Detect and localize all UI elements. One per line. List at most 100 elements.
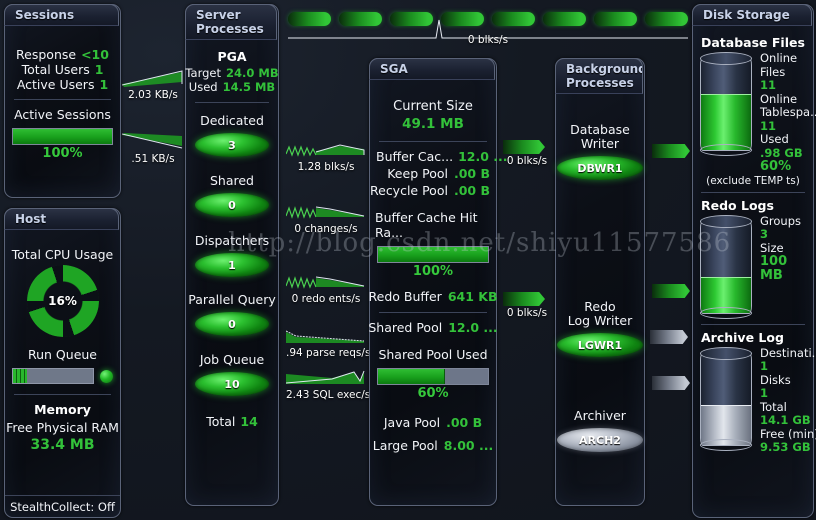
disk-row-label: Free (min) <box>760 426 816 441</box>
sga-row-value: 12.0 ... <box>458 149 508 164</box>
server-led-label: Job Queue <box>199 352 265 367</box>
sessions-row-value: 1 <box>94 62 104 77</box>
bg-process-label: Redo Log Writer <box>556 300 644 328</box>
flow-sga-to-bg-1-label: 0 blks/s <box>506 155 548 167</box>
sessions-row-value: 1 <box>99 77 109 92</box>
disk-section-archive-log: Destinati... 1 Disks 1 Total 14.1 GB Fre… <box>693 345 816 455</box>
sessions-row-label: Response <box>16 47 77 62</box>
disk-row-label: Size <box>760 240 784 255</box>
flow-top-blocks: 0 blks/s <box>288 12 688 46</box>
panel-sessions[interactable]: Sessions Response <10 Total Users 1 Acti… <box>4 4 121 198</box>
sga-row-label: Java Pool <box>383 415 441 430</box>
pga-row-value: 24.0 MB <box>226 66 279 80</box>
panel-server-processes-title-2: Processes <box>196 22 264 36</box>
cylinder-database-files <box>700 52 752 156</box>
cylinder-archive-log <box>700 346 752 451</box>
disk-row-label: Groups <box>760 213 802 228</box>
cylinder-lip <box>700 346 752 360</box>
server-led-job-queue[interactable]: 10 <box>195 372 269 396</box>
cylinder-lip <box>700 214 752 228</box>
sga-row: Recycle Pool .00 B <box>370 183 490 198</box>
panel-host[interactable]: Host Total CPU Usage 16% Run Queue Memor… <box>4 208 121 518</box>
sessions-row-label: Active Users <box>16 77 95 92</box>
disk-info-database-files: Online Files 11 Online Tablespa... 11 Us… <box>760 51 816 174</box>
pga-row-value: 14.5 MB <box>222 80 276 94</box>
panel-sessions-title: Sessions <box>4 4 119 26</box>
sga-redo-buffer-row: Redo Buffer 641 KB <box>368 289 498 304</box>
disk-row-value: 1 <box>760 386 769 400</box>
active-sessions-pct: 100% <box>42 146 83 161</box>
disk-info-archive-log: Destinati... 1 Disks 1 Total 14.1 GB Fre… <box>760 345 816 455</box>
sga-row-value: .00 B <box>453 166 490 181</box>
flow-server-to-sga-4: .94 parse reqs/s <box>286 330 371 359</box>
disk-row-value: 100 MB <box>760 254 788 283</box>
panel-background-processes-title-1: Background <box>566 62 643 76</box>
panel-background-processes[interactable]: Background Processes Database Writer DBW… <box>555 58 645 506</box>
panel-background-processes-title-2: Processes <box>566 76 634 90</box>
disk-row-value: 11 <box>760 78 777 92</box>
flow-server-to-sga-1-label: 1.28 blks/s <box>297 161 355 173</box>
pga-row: Used 14.5 MB <box>186 80 278 94</box>
free-ram-value: 33.4 MB <box>30 437 95 453</box>
panel-sga[interactable]: SGA Current Size 49.1 MB Buffer Cac... 1… <box>368 58 508 506</box>
sga-row-label: Recycle Pool <box>370 183 448 198</box>
sga-shared-used-pct: 60% <box>417 386 449 401</box>
sga-hit-ratio-pct: 100% <box>412 264 454 279</box>
flow-sessions-to-server-2-label: .51 KB/s <box>131 153 175 165</box>
sga-row: Keep Pool .00 B <box>376 166 490 181</box>
server-led-shared[interactable]: 0 <box>195 193 269 217</box>
sga-row: Large Pool 8.00 ... <box>370 438 496 453</box>
active-sessions-label: Active Sessions <box>14 107 111 122</box>
sga-row-label: Large Pool <box>372 438 438 453</box>
disk-section-heading-redo-logs: Redo Logs <box>701 197 774 213</box>
flow-server-to-sga-2: 0 changes/s <box>286 204 366 235</box>
server-led-label: Dedicated <box>200 113 264 128</box>
disk-row-label: Destinati... <box>760 345 816 360</box>
bg-process-pill-arch2[interactable]: ARCH2 <box>557 428 643 452</box>
flow-sessions-to-server-1-label: 2.03 KB/s <box>128 89 178 101</box>
disk-section-heading-archive-log: Archive Log <box>701 329 784 345</box>
flow-bg-to-disk-3 <box>650 330 690 344</box>
flow-sessions-to-server-2: .51 KB/s <box>122 132 184 165</box>
pga-row-label: Target <box>185 66 221 80</box>
server-led-dispatchers[interactable]: 1 <box>195 253 269 277</box>
bg-process-label-2: Log Writer <box>567 313 633 328</box>
flow-sga-to-bg-2: 0 blks/s <box>503 292 551 319</box>
panel-server-processes-title-1: Server <box>196 8 241 22</box>
sga-row-label: Keep Pool <box>387 166 448 181</box>
sga-current-size-label: Current Size <box>393 99 473 114</box>
flow-server-to-sga-3: 0 redo ents/s <box>286 274 366 305</box>
sga-redo-buffer-label: Redo Buffer <box>368 289 442 304</box>
bg-process-label: Database Writer <box>556 123 644 151</box>
active-sessions-bar <box>12 128 113 145</box>
disk-section-heading-database-files: Database Files <box>701 35 805 50</box>
server-led-dedicated[interactable]: 3 <box>195 133 269 157</box>
disk-row-label: Total <box>760 399 787 414</box>
server-led-parallel-query[interactable]: 0 <box>195 312 269 336</box>
flow-server-to-sga-4-label: .94 parse reqs/s <box>286 347 371 359</box>
free-ram-label: Free Physical RAM <box>6 420 119 435</box>
disk-row-value: 14.1 GB <box>760 413 811 427</box>
cpu-usage-value: 16% <box>48 294 77 308</box>
sga-row: Buffer Cac... 12.0 ... <box>376 149 508 164</box>
sessions-row: Response <10 <box>13 47 112 62</box>
sga-row-value: 8.00 ... <box>443 438 494 453</box>
flow-server-to-sga-3-label: 0 redo ents/s <box>291 293 361 305</box>
disk-section-redo-logs: Groups 3 Size 100 MB <box>693 213 813 319</box>
sga-shared-pool-label: Shared Pool <box>368 320 443 335</box>
bg-process-pill-dbwr1[interactable]: DBWR1 <box>557 156 643 180</box>
flow-bg-to-disk-4 <box>652 376 692 390</box>
sga-hit-ratio-label: Buffer Cache Hit Ra... <box>375 210 478 240</box>
disk-row-value: 9.53 GB <box>760 440 811 454</box>
bg-process-pill-lgwr1[interactable]: LGWR1 <box>557 333 643 357</box>
sga-redo-buffer-value: 641 KB <box>447 289 498 304</box>
flow-sessions-to-server-1: 2.03 KB/s <box>122 68 184 101</box>
sessions-row: Active Users 1 <box>13 77 112 92</box>
panel-server-processes[interactable]: Server Processes PGA Target 24.0 MB Used… <box>185 4 279 506</box>
panel-disk-storage[interactable]: Disk Storage Database Files Online Files… <box>692 4 816 518</box>
flow-bg-to-disk-2 <box>652 284 692 298</box>
run-queue-status-led <box>100 369 113 383</box>
disk-row-label: Used <box>760 132 789 146</box>
sga-row-value: .00 B <box>446 415 483 430</box>
cylinder-base <box>700 438 752 451</box>
